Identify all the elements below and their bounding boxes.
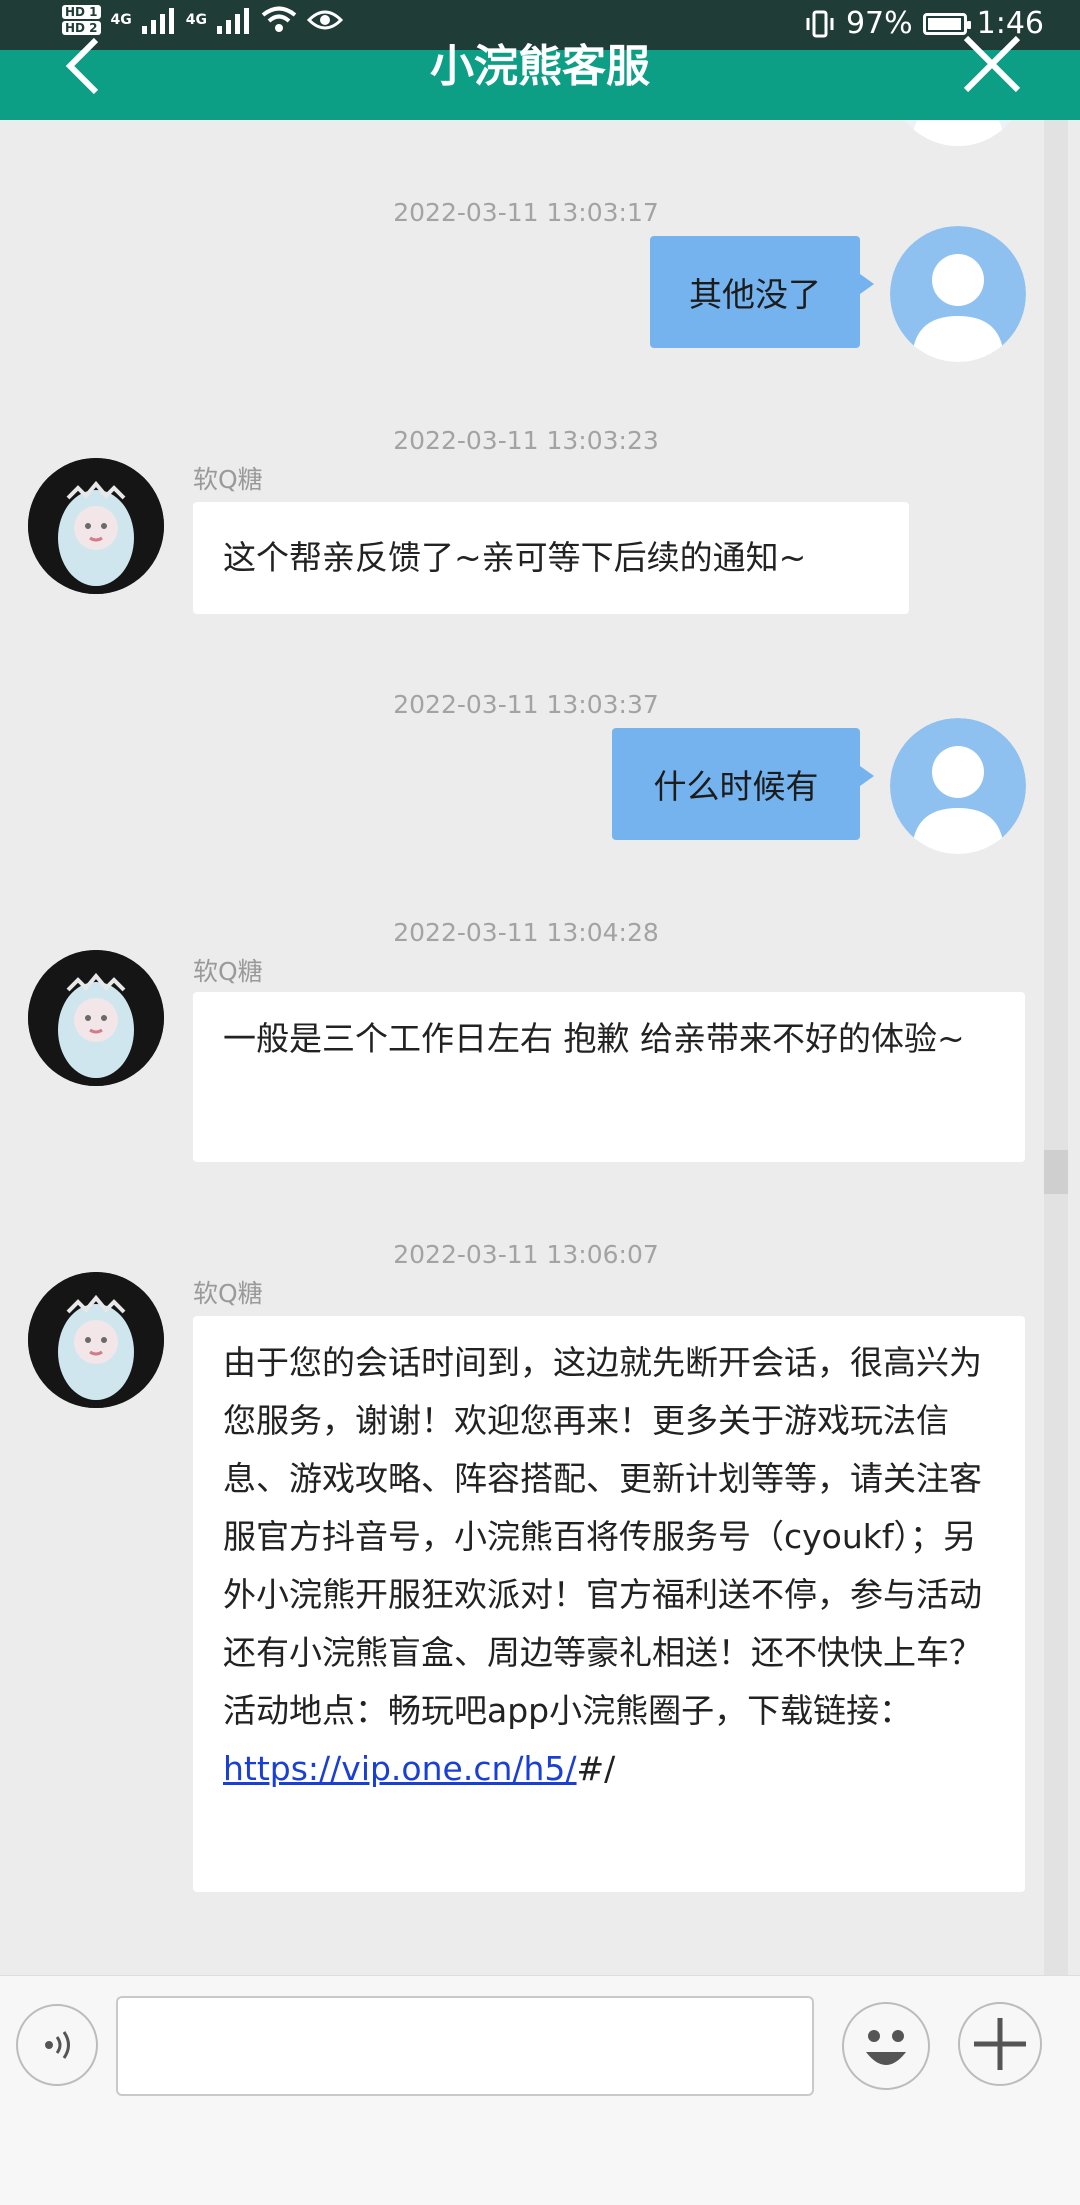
message-text: 什么时候有 [653, 767, 819, 806]
agent-name: 软Q糖 [193, 465, 263, 494]
agent-name: 软Q糖 [193, 1279, 263, 1308]
message-suffix: #/ [576, 1749, 616, 1788]
incoming-message[interactable]: 由于您的会话时间到，这边就先断开会话，很高兴为您服务，谢谢！欢迎您再来！更多关于… [193, 1316, 1025, 1892]
network-label-2: 4G [185, 12, 207, 28]
close-icon[interactable] [962, 34, 1022, 94]
agent-avatar[interactable] [28, 458, 164, 594]
scrollbar-thumb[interactable] [1044, 1150, 1068, 1194]
message-text: 这个帮亲反馈了~亲可等下后续的通知~ [223, 538, 807, 577]
eye-icon [307, 10, 343, 30]
chat-area[interactable]: 2022-03-11 13:03:17 其他没了 2022-03-11 13:0… [0, 120, 1080, 1975]
message-timestamp: 2022-03-11 13:03:23 [393, 426, 659, 455]
message-timestamp: 2022-03-11 13:03:37 [393, 690, 659, 719]
outgoing-message[interactable]: 什么时候有 [612, 728, 874, 840]
chat-scrollbar[interactable] [1044, 120, 1068, 1975]
voice-icon[interactable] [16, 2004, 98, 2086]
sim1-badge: HD 1 [62, 5, 101, 19]
message-text: 其他没了 [689, 275, 821, 314]
page-title: 小浣熊客服 [430, 41, 650, 92]
input-bar [0, 1975, 1080, 2205]
emoji-icon[interactable] [842, 2002, 930, 2090]
user-avatar[interactable] [890, 226, 1026, 362]
user-avatar[interactable] [890, 718, 1026, 854]
agent-avatar[interactable] [28, 1272, 164, 1408]
user-avatar-partial [890, 120, 1026, 146]
message-timestamp: 2022-03-11 13:03:17 [393, 198, 659, 227]
battery-level [927, 17, 961, 30]
message-timestamp: 2022-03-11 13:04:28 [393, 918, 659, 947]
outgoing-message[interactable]: 其他没了 [650, 236, 874, 348]
incoming-message[interactable]: 一般是三个工作日左右 抱歉 给亲带来不好的体验~ [193, 992, 1025, 1162]
app-header: HD 1 HD 2 4G 4G 97% 1:46 小浣熊客服 [0, 0, 1080, 120]
message-text: 由于您的会话时间到，这边就先断开会话，很高兴为您服务，谢谢！欢迎您再来！更多关于… [223, 1343, 982, 1730]
message-timestamp: 2022-03-11 13:06:07 [393, 1240, 659, 1269]
agent-avatar[interactable] [28, 950, 164, 1086]
incoming-message[interactable]: 这个帮亲反馈了~亲可等下后续的通知~ [193, 502, 909, 614]
network-label-1: 4G [110, 12, 132, 28]
download-link[interactable]: https://vip.one.cn/h5/ [223, 1749, 577, 1788]
message-text: 一般是三个工作日左右 抱歉 给亲带来不好的体验~ [223, 1019, 965, 1058]
plus-icon[interactable] [958, 2002, 1042, 2086]
agent-name: 软Q糖 [193, 957, 263, 986]
message-input[interactable] [116, 1996, 814, 2096]
